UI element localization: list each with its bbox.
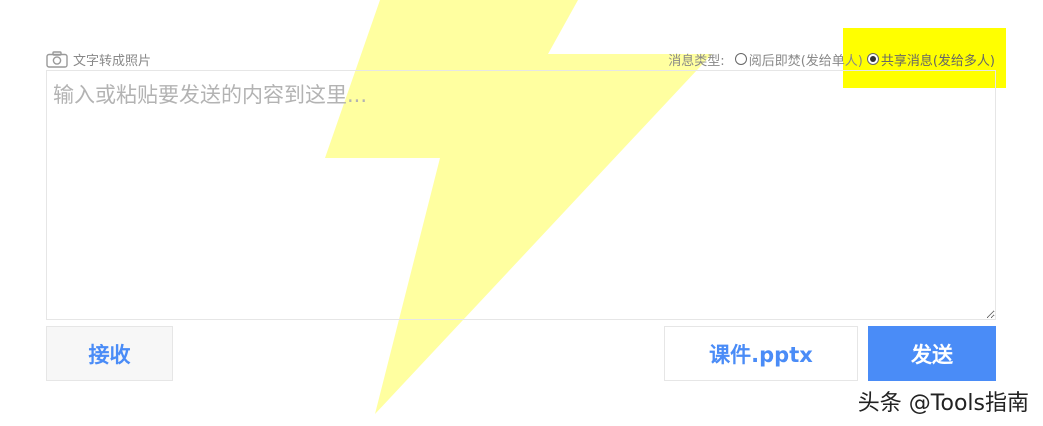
radio-shared-message[interactable]: 共享消息(发给多人): [866, 50, 995, 69]
message-type-group: 消息类型: 阅后即焚(发给单人) 共享消息(发给多人): [668, 48, 995, 70]
camera-icon: [46, 50, 68, 68]
text-to-photo-button[interactable]: 文字转成照片: [46, 48, 151, 70]
text-to-photo-label: 文字转成照片: [73, 53, 152, 69]
receive-button[interactable]: 接收: [46, 326, 173, 381]
radio-burn-label: 阅后即焚(发给单人): [748, 53, 863, 69]
send-button[interactable]: 发送: [868, 326, 996, 381]
radio-shared-label: 共享消息(发给多人): [880, 53, 995, 69]
message-input[interactable]: [46, 70, 996, 320]
watermark: 头条 @Tools指南: [857, 391, 1029, 416]
message-type-label: 消息类型:: [668, 53, 725, 69]
radio-circle-shared[interactable]: [866, 53, 879, 65]
file-attachment-button[interactable]: 课件.pptx: [664, 326, 858, 381]
radio-circle-burn[interactable]: [734, 53, 747, 65]
radio-burn-after-reading[interactable]: 阅后即焚(发给单人): [734, 50, 863, 69]
